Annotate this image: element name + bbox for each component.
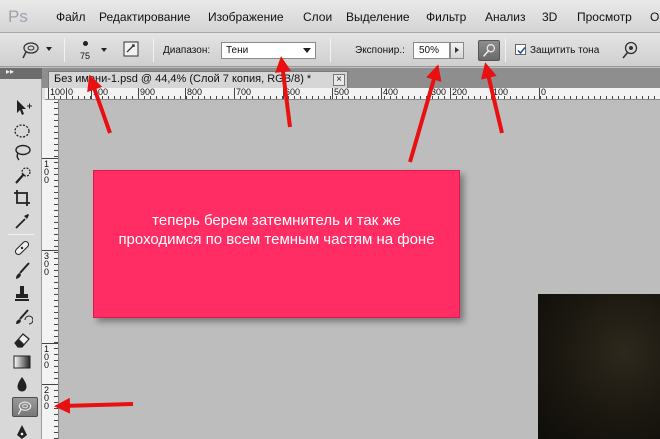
menu-view[interactable]: Просмотр bbox=[577, 10, 632, 24]
menu-edit[interactable]: Редактирование bbox=[99, 10, 190, 24]
ruler-tick bbox=[332, 88, 333, 99]
dodge-burn-tool[interactable] bbox=[12, 397, 38, 417]
collapse-icon[interactable]: ▸▸ bbox=[6, 67, 14, 76]
annotation-text: теперь берем затемнитель и так же проход… bbox=[118, 212, 435, 248]
options-bar: 75 Диапазон: Тени Экспонир.: 50% Защитит… bbox=[0, 33, 660, 67]
eraser-icon bbox=[14, 333, 30, 348]
bandage-icon bbox=[14, 240, 30, 256]
exposure-input[interactable]: 50% bbox=[413, 42, 450, 59]
ruler-label: 200 bbox=[452, 88, 468, 97]
document-tab-bar: Без имени-1.psd @ 44,4% (Слой 7 копия, R… bbox=[42, 68, 660, 88]
gradient-tool[interactable] bbox=[11, 351, 33, 373]
airbrush-icon bbox=[483, 44, 496, 57]
ruler-tick bbox=[381, 88, 382, 99]
ruler-label: 100 bbox=[44, 344, 50, 370]
menu-file[interactable]: Файл bbox=[56, 10, 86, 24]
move-icon bbox=[17, 100, 32, 115]
brush-size-value[interactable]: 75 bbox=[80, 51, 90, 61]
dodge-icon bbox=[22, 42, 39, 59]
toolbox-header[interactable]: ▸▸ bbox=[0, 67, 42, 79]
eyedropper-icon bbox=[15, 214, 29, 229]
dodge-icon bbox=[17, 401, 32, 415]
menu-image[interactable]: Изображение bbox=[208, 10, 284, 24]
chevron-down-icon[interactable] bbox=[46, 47, 52, 51]
close-icon[interactable]: × bbox=[333, 74, 345, 86]
document-tab-title: Без имени-1.psd @ 44,4% (Слой 7 копия, R… bbox=[54, 73, 312, 85]
protect-tones-checkbox[interactable] bbox=[515, 44, 526, 55]
tool-preset-picker[interactable] bbox=[20, 39, 42, 61]
lasso-tool[interactable] bbox=[11, 142, 33, 164]
menu-bar: Ps Файл Редактирование Изображение Слои … bbox=[0, 0, 660, 33]
pen-tool[interactable] bbox=[11, 421, 33, 439]
toolbox bbox=[0, 79, 42, 439]
annotation-callout: теперь берем затемнитель и так же проход… bbox=[93, 170, 460, 318]
menu-filter[interactable]: Фильтр bbox=[426, 10, 466, 24]
range-label: Диапазон: bbox=[163, 45, 211, 56]
vertical-ruler[interactable]: 100 300 100 200 bbox=[42, 100, 59, 439]
water-drop-icon bbox=[17, 377, 27, 392]
stamp-icon bbox=[15, 286, 29, 301]
move-tool[interactable] bbox=[11, 96, 33, 118]
ruler-label: 800 bbox=[187, 88, 203, 97]
protect-tones-label[interactable]: Защитить тона bbox=[530, 45, 599, 56]
ruler-label: 100 bbox=[50, 88, 66, 97]
quick-selection-tool[interactable] bbox=[11, 165, 33, 187]
ruler-label: 700 bbox=[236, 88, 252, 97]
brush-panel-icon bbox=[123, 41, 139, 57]
ruler-tick bbox=[283, 88, 284, 99]
menu-analysis[interactable]: Анализ bbox=[485, 10, 526, 24]
eraser-tool[interactable] bbox=[11, 328, 33, 350]
exposure-value: 50% bbox=[419, 45, 440, 56]
history-brush-tool[interactable] bbox=[11, 306, 34, 328]
document-tab[interactable]: Без имени-1.psd @ 44,4% (Слой 7 копия, R… bbox=[48, 71, 348, 88]
horizontal-ruler[interactable]: 100 0 100 900 800 700 600 500 400 300 200 100 0 bbox=[45, 88, 660, 100]
menu-window[interactable]: Окно bbox=[650, 10, 660, 24]
ruler-tick bbox=[429, 88, 430, 99]
exposure-label: Экспонир.: bbox=[355, 45, 405, 56]
blur-tool[interactable] bbox=[11, 374, 33, 396]
range-select[interactable]: Тени bbox=[221, 42, 316, 59]
pen-icon bbox=[17, 425, 27, 439]
brush-icon bbox=[16, 262, 30, 279]
quick-selection-icon bbox=[15, 167, 31, 184]
photoshop-logo: Ps bbox=[8, 7, 28, 26]
tablet-pressure-button[interactable] bbox=[619, 39, 641, 61]
ruler-label: 100 bbox=[44, 159, 50, 185]
ellipse-marquee-icon bbox=[14, 124, 30, 138]
eyedropper-tool[interactable] bbox=[11, 210, 33, 232]
pressure-icon bbox=[622, 41, 638, 59]
crop-tool[interactable] bbox=[11, 187, 33, 209]
ruler-label: 100 bbox=[493, 88, 509, 97]
ruler-tick bbox=[91, 88, 92, 99]
lasso-icon bbox=[15, 144, 31, 161]
clone-stamp-tool[interactable] bbox=[11, 283, 33, 305]
menu-layers[interactable]: Слои bbox=[303, 10, 332, 24]
exposure-slider-button[interactable] bbox=[450, 42, 464, 59]
airbrush-toggle-button[interactable] bbox=[478, 40, 500, 61]
brush-preview-icon[interactable] bbox=[83, 41, 88, 46]
ruler-label: 300 bbox=[44, 251, 50, 277]
history-brush-icon bbox=[16, 309, 34, 325]
menu-3d[interactable]: 3D bbox=[542, 10, 557, 24]
image-dark-area bbox=[538, 294, 660, 439]
brush-picker-chevron-icon[interactable] bbox=[101, 48, 107, 52]
ruler-label: 900 bbox=[140, 88, 156, 97]
svg-text:Ps: Ps bbox=[8, 7, 28, 26]
chevron-down-icon bbox=[303, 48, 311, 53]
gradient-icon bbox=[13, 355, 31, 369]
brush-tool[interactable] bbox=[11, 260, 33, 282]
brush-panel-button[interactable] bbox=[122, 40, 140, 58]
ruler-label: 200 bbox=[44, 385, 50, 411]
menu-select[interactable]: Выделение bbox=[346, 10, 410, 24]
range-select-value: Тени bbox=[226, 45, 249, 56]
marquee-tool[interactable] bbox=[11, 120, 33, 142]
checkmark-icon bbox=[517, 47, 526, 55]
healing-brush-tool[interactable] bbox=[11, 237, 33, 259]
crop-icon bbox=[14, 190, 30, 206]
